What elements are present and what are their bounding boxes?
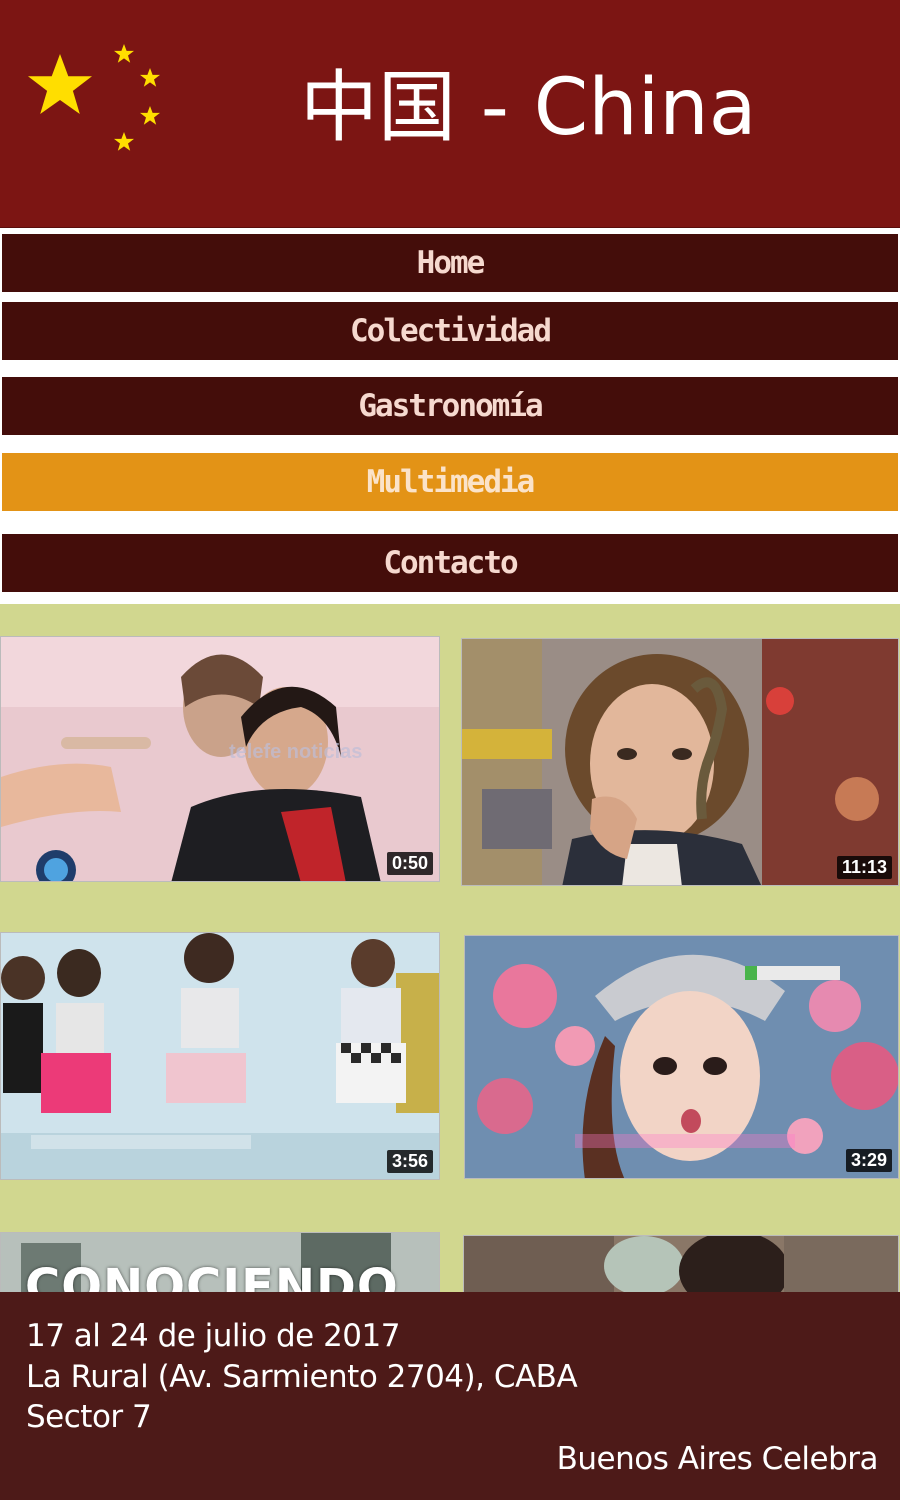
nav-item-colectividad[interactable]: Colectividad <box>0 302 900 360</box>
event-sector: Sector 7 <box>26 1399 152 1435</box>
small-star-icon <box>140 68 160 87</box>
video-thumbnail[interactable]: CONOCIENDO <box>0 1232 440 1294</box>
page-title: 中国 - China <box>300 63 757 153</box>
video-duration: 3:29 <box>845 1149 892 1172</box>
nav-item-gastronomia[interactable]: Gastronomía <box>0 377 900 435</box>
site-header: 中国 - China <box>0 0 900 228</box>
video-thumbnail[interactable]: 3:29 <box>464 935 899 1179</box>
video-thumbnail[interactable] <box>463 1235 899 1294</box>
nav-item-label: Colectividad <box>350 313 552 349</box>
nav-item-home[interactable]: Home <box>0 234 900 292</box>
video-duration: 3:56 <box>386 1150 433 1173</box>
video-duration: 11:13 <box>836 856 892 879</box>
small-star-icon <box>114 44 134 63</box>
video-thumbnail[interactable]: telefe noticias 0:50 <box>0 636 440 882</box>
site-footer: 17 al 24 de julio de 2017 La Rural (Av. … <box>0 1292 900 1500</box>
china-flag-stars-icon <box>28 44 160 151</box>
video-thumbnail-image <box>462 639 898 885</box>
nav-item-label: Contacto <box>383 545 518 581</box>
video-duration: 0:50 <box>386 852 433 875</box>
channel-logo-icon <box>36 850 76 881</box>
nav-item-label: Home <box>416 245 486 281</box>
nav-item-multimedia[interactable]: Multimedia <box>0 453 900 511</box>
small-star-icon <box>140 106 160 125</box>
nav-item-label: Multimedia <box>366 464 536 500</box>
footer-brand: Buenos Aires Celebra <box>556 1441 879 1477</box>
video-thumbnail[interactable]: 11:13 <box>461 638 899 886</box>
nav-item-contacto[interactable]: Contacto <box>0 534 900 592</box>
video-thumbnail-image <box>464 1236 898 1294</box>
watermark-text: telefe noticias <box>229 741 363 763</box>
video-thumbnail-image <box>1 933 439 1179</box>
small-star-icon <box>114 132 134 151</box>
nav-item-label: Gastronomía <box>358 388 543 424</box>
video-gallery: telefe noticias 0:50 11:13 3:56 3:29 CON… <box>0 604 900 1294</box>
event-dates: 17 al 24 de julio de 2017 <box>26 1318 400 1354</box>
video-thumbnail-image <box>465 936 898 1178</box>
event-location: La Rural (Av. Sarmiento 2704), CABA <box>26 1359 578 1395</box>
large-star-icon <box>28 54 92 114</box>
video-overlay-text: CONOCIENDO <box>25 1259 399 1294</box>
video-thumbnail[interactable]: 3:56 <box>0 932 440 1180</box>
